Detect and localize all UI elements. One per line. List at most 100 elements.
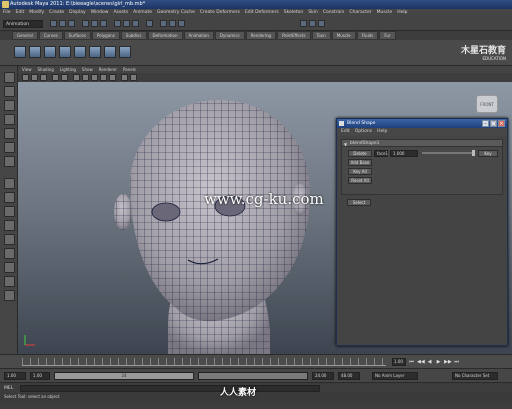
shelf-tab-fur[interactable]: Fur (379, 31, 396, 40)
textured-icon[interactable] (100, 74, 107, 81)
menu-skeleton[interactable]: Skeleton (284, 9, 303, 17)
shelf-tab-muscle[interactable]: Muscle (331, 31, 356, 40)
shelf-tab-dynamics[interactable]: Dynamics (214, 31, 245, 40)
dialog-menu-help[interactable]: Help (377, 128, 387, 136)
shelf-tab-subdivs[interactable]: Subdivs (120, 31, 147, 40)
shelf-tab-polygons[interactable]: Polygons (91, 31, 120, 40)
view-cube[interactable]: FRONT (476, 95, 498, 113)
target-weight-field[interactable]: 1.000 (390, 150, 418, 157)
menu-skin[interactable]: Skin (308, 9, 318, 17)
panel-menu-show[interactable]: Show (82, 66, 93, 73)
wireframe-on-shaded-icon[interactable] (91, 74, 98, 81)
menu-edit[interactable]: Edit (16, 9, 25, 17)
menu-constrain[interactable]: Constrain (323, 9, 345, 17)
lights-icon[interactable] (109, 74, 116, 81)
shelf-tool-icon[interactable] (89, 46, 101, 58)
menu-edit-deformers[interactable]: Edit Deformers (245, 9, 279, 17)
dialog-menu-options[interactable]: Options (355, 128, 372, 136)
step-back-button[interactable]: ◀◀ (417, 358, 425, 366)
play-forward-button[interactable]: ▶ (435, 358, 442, 366)
maximize-icon[interactable]: □ (490, 120, 497, 127)
range-bar-track[interactable] (198, 372, 308, 380)
menu-set-selector[interactable]: Animation (3, 20, 43, 28)
time-slider-track[interactable] (22, 358, 386, 366)
shelf-tab-surfaces[interactable]: Surfaces (63, 31, 91, 40)
slider-knob[interactable] (472, 150, 475, 156)
panel-menu-panels[interactable]: Panels (123, 66, 136, 73)
shelf-tab-curves[interactable]: Curves (38, 31, 63, 40)
menu-animate[interactable]: Animate (133, 9, 152, 17)
snap-curve-icon[interactable] (123, 20, 130, 27)
key-button[interactable]: Key (478, 150, 498, 157)
shelf-tab-general[interactable]: General (12, 31, 38, 40)
go-to-start-button[interactable]: ⏮ (408, 358, 415, 366)
shelf-tab-animation[interactable]: Animation (183, 31, 214, 40)
go-to-end-button[interactable]: ⏭ (453, 358, 460, 366)
current-frame-field[interactable]: 1.00 (392, 358, 406, 366)
menu-display[interactable]: Display (69, 9, 86, 17)
four-view-layout-icon[interactable] (4, 192, 15, 203)
menu-create-deformers[interactable]: Create Deformers (200, 9, 240, 17)
shelf-tab-toon[interactable]: Toon (311, 31, 331, 40)
film-gate-icon[interactable] (61, 74, 68, 81)
channel-box-toggle-icon[interactable] (300, 20, 307, 27)
step-forward-button[interactable]: ▶▶ (444, 358, 452, 366)
menu-file[interactable]: File (3, 9, 11, 17)
shelf-tool-icon[interactable] (44, 46, 56, 58)
snap-grid-icon[interactable] (114, 20, 121, 27)
shelf-tab-rendering[interactable]: Rendering (245, 31, 277, 40)
select-component-icon[interactable] (100, 20, 107, 27)
range-end-field[interactable]: 24.00 (312, 372, 334, 380)
manipulator-tool-icon[interactable] (4, 156, 15, 167)
shelf-tool-icon[interactable] (104, 46, 116, 58)
wireframe-icon[interactable] (73, 74, 80, 81)
close-icon[interactable]: × (498, 120, 505, 127)
persp-outliner-layout-icon[interactable] (4, 206, 15, 217)
xray-icon[interactable] (130, 74, 137, 81)
command-input[interactable] (20, 385, 320, 392)
isolate-select-icon[interactable] (121, 74, 128, 81)
target-name-field[interactable]: face1 (374, 150, 388, 157)
graph-editor-layout-icon[interactable] (4, 220, 15, 231)
menu-window[interactable]: Window (91, 9, 109, 17)
command-language-label[interactable]: MEL (4, 386, 13, 391)
panel-menu-renderer[interactable]: Renderer (99, 66, 117, 73)
move-tool-icon[interactable] (4, 114, 15, 125)
new-scene-icon[interactable] (50, 20, 57, 27)
smooth-shade-icon[interactable] (82, 74, 89, 81)
camera-select-icon[interactable] (22, 74, 29, 81)
custom-layout-icon[interactable] (4, 290, 15, 301)
reset-all-button[interactable]: Reset All (348, 177, 372, 184)
minimize-icon[interactable]: – (482, 120, 489, 127)
play-backward-button[interactable]: ◀ (426, 358, 433, 366)
attribute-editor-toggle-icon[interactable] (309, 20, 316, 27)
menu-character[interactable]: Character (349, 9, 371, 17)
select-button[interactable]: Select (347, 199, 371, 206)
character-set-selector[interactable]: No Character Set (452, 372, 498, 380)
render-view-layout-icon[interactable] (4, 276, 15, 287)
dope-sheet-layout-icon[interactable] (4, 262, 15, 273)
single-perspective-layout-icon[interactable] (4, 178, 15, 189)
delete-button[interactable]: Delete (348, 150, 372, 157)
key-all-button[interactable]: Key All (348, 168, 372, 175)
outliner-layout-icon[interactable] (4, 248, 15, 259)
rotate-tool-icon[interactable] (4, 128, 15, 139)
anim-layer-selector[interactable]: No Anim Layer (372, 372, 418, 380)
snap-point-icon[interactable] (132, 20, 139, 27)
menu-create[interactable]: Create (49, 9, 64, 17)
shelf-tool-icon[interactable] (74, 46, 86, 58)
shelf-tool-icon[interactable] (29, 46, 41, 58)
menu-assets[interactable]: Assets (113, 9, 128, 17)
add-base-button[interactable]: Add Base (348, 159, 372, 166)
end-time-field[interactable]: 48.00 (338, 372, 360, 380)
dialog-menu-edit[interactable]: Edit (341, 128, 350, 136)
target-weight-slider[interactable] (422, 150, 475, 156)
scale-tool-icon[interactable] (4, 142, 15, 153)
shelf-tab-fluids[interactable]: Fluids (356, 31, 379, 40)
menu-modify[interactable]: Modify (29, 9, 44, 17)
panel-menu-lighting[interactable]: Lighting (60, 66, 76, 73)
history-icon[interactable] (146, 20, 153, 27)
shelf-tab-deformation[interactable]: Deformation (147, 31, 183, 40)
hypershade-layout-icon[interactable] (4, 234, 15, 245)
shelf-tab-painteffects[interactable]: PaintEffects (277, 31, 311, 40)
